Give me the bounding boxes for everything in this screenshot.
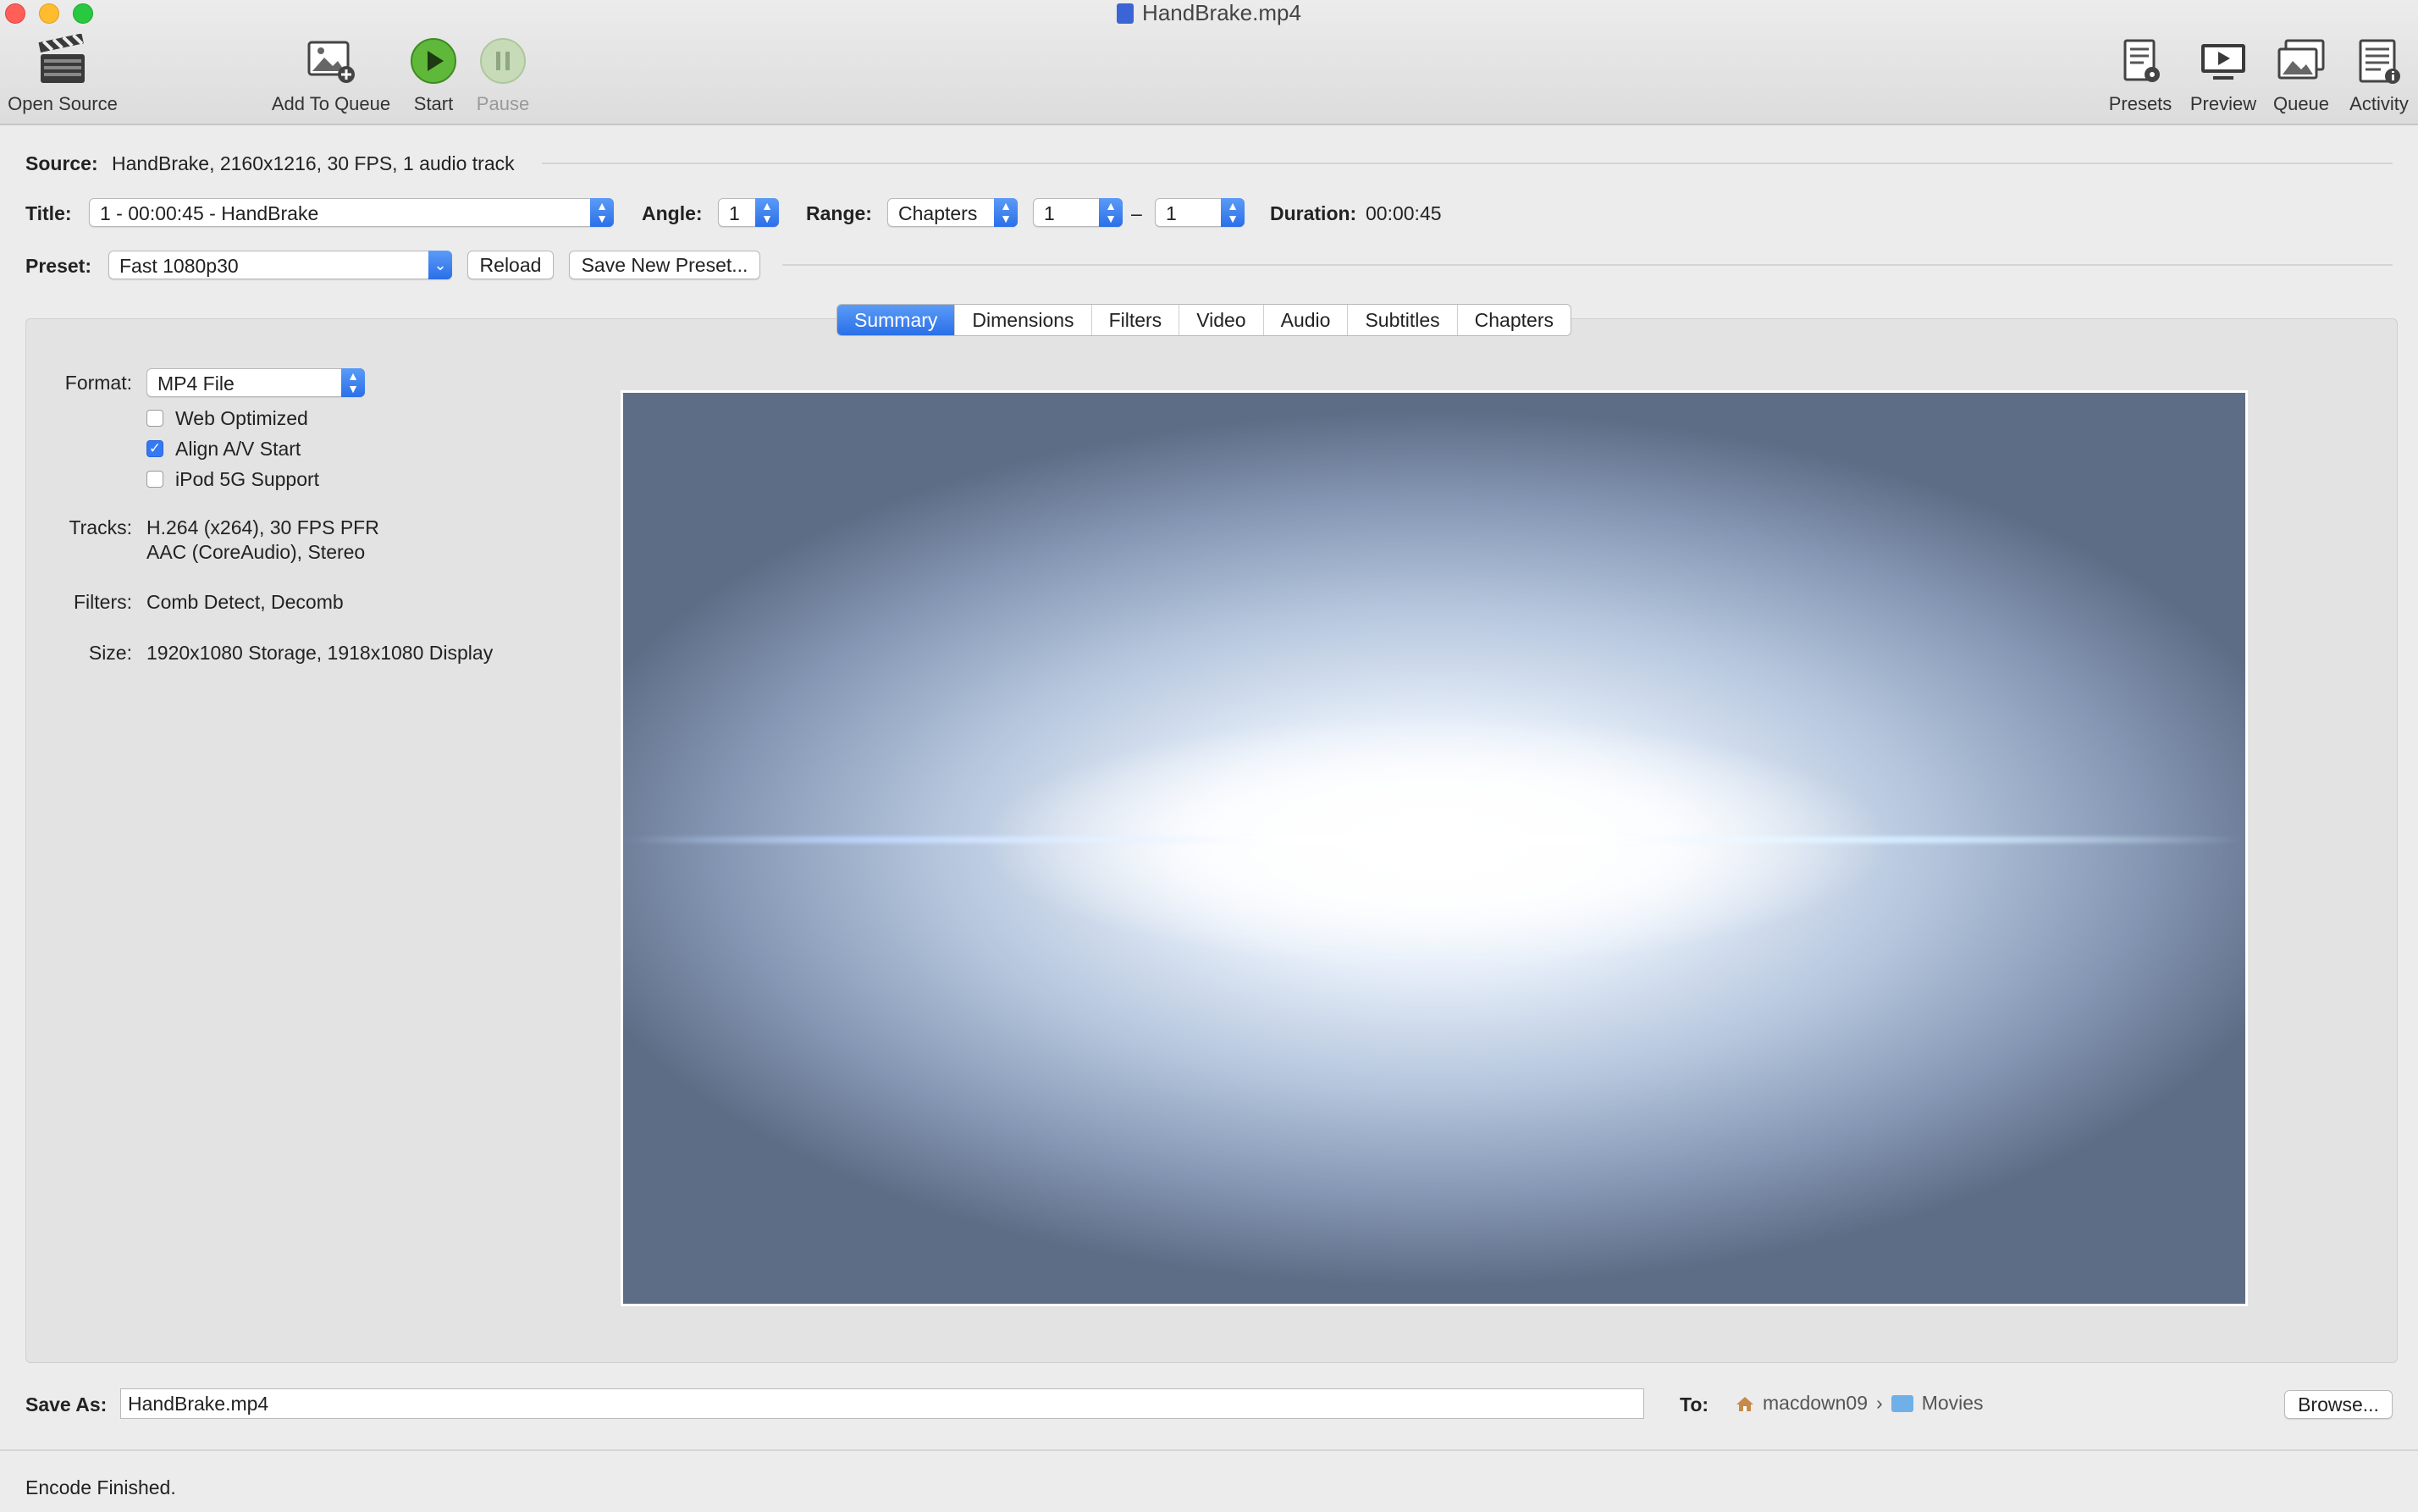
- queue-label: Queue: [2272, 93, 2330, 114]
- pause-button[interactable]: Pause: [471, 34, 535, 115]
- save-as-label: Save As:: [25, 1393, 108, 1415]
- home-icon: [1736, 1397, 1753, 1411]
- angle-select[interactable]: 1 ▲ ▼: [718, 198, 779, 227]
- presets-icon: [2123, 39, 2160, 82]
- tab-chapters[interactable]: Chapters: [1458, 305, 1571, 335]
- queue-button[interactable]: Queue: [2266, 34, 2337, 115]
- range-start-value: 1: [1044, 202, 1055, 224]
- checkmark-icon: ✓: [148, 440, 162, 456]
- path-separator-icon: ›: [1876, 1392, 1883, 1414]
- size-value: 1920x1080 Storage, 1918x1080 Display: [146, 642, 494, 664]
- activity-log-icon: [2359, 39, 2400, 84]
- clapperboard-icon: [38, 34, 85, 83]
- tab-bar: Summary Dimensions Filters Video Audio S…: [836, 304, 1571, 336]
- status-divider: [0, 1449, 2418, 1451]
- align-av-start-label: Align A/V Start: [175, 438, 301, 460]
- preset-select-value: Fast 1080p30: [119, 255, 239, 277]
- title-label: Title:: [25, 202, 72, 224]
- tracks-label: Tracks:: [69, 516, 132, 538]
- angle-select-value: 1: [729, 202, 740, 224]
- filters-label: Filters:: [74, 591, 132, 613]
- angle-label: Angle:: [642, 202, 703, 224]
- format-select[interactable]: MP4 File ▲ ▼: [146, 368, 365, 397]
- format-select-value: MP4 File: [157, 372, 235, 395]
- window-title: HandBrake.mp4: [0, 0, 2418, 25]
- open-source-label: Open Source: [8, 93, 118, 114]
- pause-label: Pause: [476, 93, 530, 114]
- activity-button[interactable]: Activity: [2342, 34, 2416, 115]
- preview-button[interactable]: Preview: [2186, 34, 2261, 115]
- destination-to-label: To:: [1680, 1393, 1709, 1415]
- preset-select[interactable]: Fast 1080p30 ⌄: [108, 251, 452, 279]
- ipod-5g-support-label: iPod 5G Support: [175, 468, 320, 490]
- source-divider: [542, 163, 2393, 164]
- up-down-arrows-icon: ▲ ▼: [341, 368, 365, 397]
- folder-icon: [1891, 1395, 1913, 1412]
- presets-label: Presets: [2108, 93, 2172, 114]
- title-select-value: 1 - 00:00:45 - HandBrake: [100, 202, 319, 224]
- tab-summary[interactable]: Summary: [837, 305, 956, 335]
- filters-value: Comb Detect, Decomb: [146, 591, 344, 613]
- up-down-arrows-icon: ▲ ▼: [994, 198, 1018, 227]
- toolbar: HandBrake.mp4 Open Source Add To Queue S…: [0, 0, 2418, 125]
- presets-button[interactable]: Presets: [2103, 34, 2178, 115]
- browse-button[interactable]: Browse...: [2284, 1390, 2393, 1419]
- start-label: Start: [413, 93, 454, 114]
- source-label: Source:: [25, 152, 98, 174]
- tab-subtitles[interactable]: Subtitles: [1348, 305, 1458, 335]
- duration-label: Duration:: [1270, 202, 1357, 224]
- activity-label: Activity: [2349, 93, 2409, 114]
- up-down-arrows-icon: ▲ ▼: [1221, 198, 1245, 227]
- up-down-arrows-icon: ▲ ▼: [590, 198, 614, 227]
- pause-icon: [480, 38, 526, 84]
- web-optimized-label: Web Optimized: [175, 407, 308, 429]
- tracks-audio-value: AAC (CoreAudio), Stereo: [146, 541, 366, 563]
- up-down-arrows-icon: ▲ ▼: [755, 198, 779, 227]
- path-movies-folder: Movies: [1921, 1392, 1984, 1414]
- format-label: Format:: [64, 372, 132, 394]
- path-user-folder: macdown09: [1763, 1392, 1869, 1414]
- add-to-queue-label: Add To Queue: [271, 93, 391, 114]
- source-value: HandBrake, 2160x1216, 30 FPS, 1 audio tr…: [112, 152, 515, 174]
- video-preview-image: [621, 390, 2248, 1306]
- save-new-preset-button[interactable]: Save New Preset...: [569, 251, 760, 279]
- open-source-button[interactable]: Open Source: [2, 34, 124, 115]
- tab-filters[interactable]: Filters: [1092, 305, 1180, 335]
- title-select[interactable]: 1 - 00:00:45 - HandBrake ▲ ▼: [89, 198, 614, 227]
- start-button[interactable]: Start: [401, 34, 466, 115]
- size-label: Size:: [88, 642, 132, 664]
- chevron-down-icon: ⌄: [428, 251, 452, 279]
- tab-video[interactable]: Video: [1179, 305, 1264, 335]
- range-end-value: 1: [1166, 202, 1177, 224]
- add-photo-queue-icon: [307, 41, 355, 83]
- range-end-select[interactable]: 1 ▲ ▼: [1155, 198, 1245, 227]
- range-start-select[interactable]: 1 ▲ ▼: [1033, 198, 1123, 227]
- window-title-text: HandBrake.mp4: [1142, 0, 1301, 25]
- reload-preset-button[interactable]: Reload: [467, 251, 554, 279]
- preview-lens-flare: [623, 836, 2245, 843]
- destination-path[interactable]: macdown09 › Movies: [1736, 1392, 1984, 1415]
- range-dash: –: [1131, 202, 1142, 224]
- tab-audio[interactable]: Audio: [1264, 305, 1349, 335]
- range-label: Range:: [806, 202, 872, 224]
- duration-value: 00:00:45: [1366, 202, 1442, 224]
- ipod-5g-support-checkbox[interactable]: [146, 471, 163, 488]
- range-type-select[interactable]: Chapters ▲ ▼: [887, 198, 1018, 227]
- web-optimized-checkbox[interactable]: [146, 410, 163, 427]
- align-av-start-checkbox[interactable]: ✓: [146, 440, 163, 457]
- range-type-value: Chapters: [898, 202, 978, 224]
- play-icon: [411, 38, 456, 84]
- preset-divider: [782, 264, 2393, 266]
- status-text: Encode Finished.: [25, 1476, 176, 1498]
- tracks-video-value: H.264 (x264), 30 FPS PFR: [146, 516, 379, 538]
- preview-label: Preview: [2189, 93, 2257, 114]
- tab-dimensions[interactable]: Dimensions: [955, 305, 1092, 335]
- preset-label: Preset:: [25, 255, 91, 277]
- save-as-input[interactable]: HandBrake.mp4: [120, 1388, 1644, 1419]
- up-down-arrows-icon: ▲ ▼: [1099, 198, 1123, 227]
- video-document-icon: [1117, 3, 1134, 24]
- preview-monitor-icon: [2201, 44, 2245, 80]
- add-to-queue-button[interactable]: Add To Queue: [268, 34, 395, 115]
- queue-photos-icon: [2277, 39, 2325, 80]
